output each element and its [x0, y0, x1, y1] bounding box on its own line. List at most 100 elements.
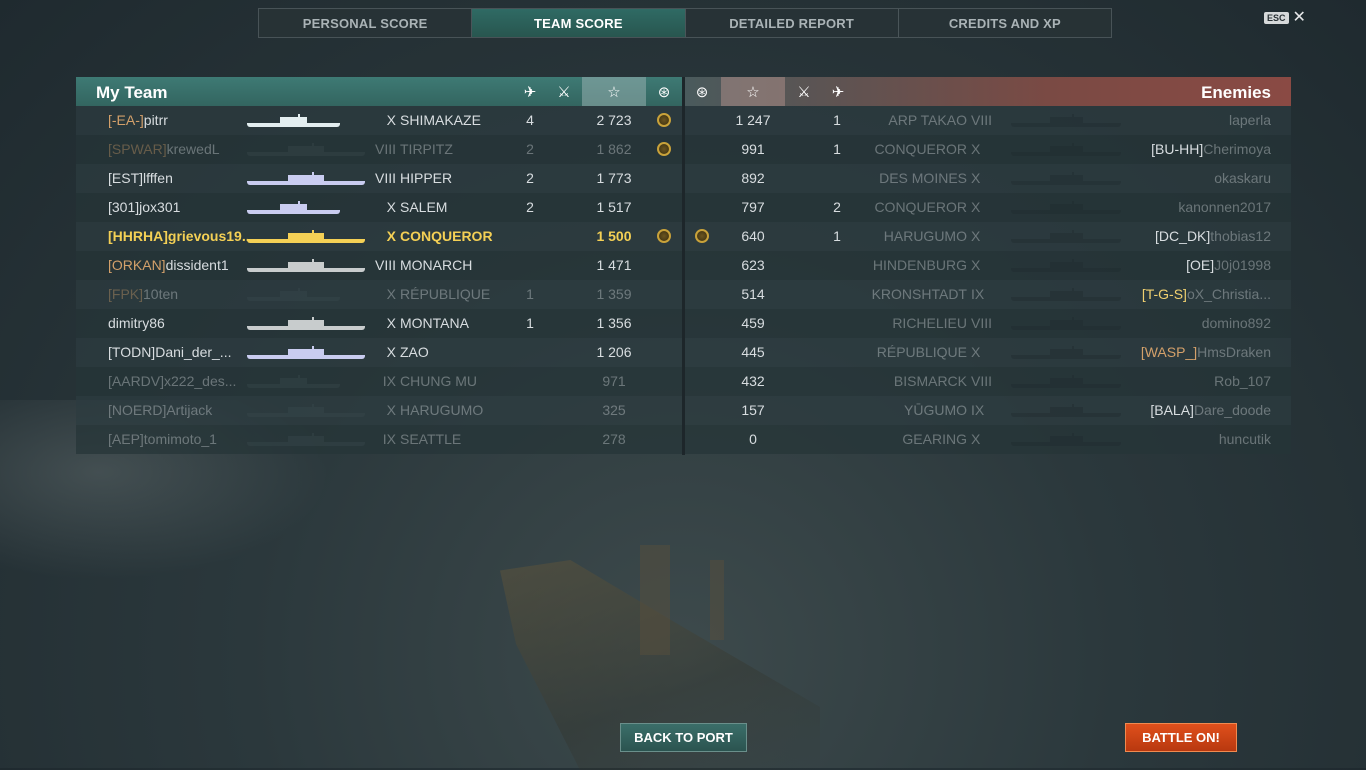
ship-tier: X — [971, 141, 981, 157]
tab-detailed-report[interactable]: DETAILED REPORT — [686, 9, 899, 37]
player-name: dissident1 — [165, 257, 229, 273]
player-row[interactable]: 0 GEARING Xhuncutik — [685, 425, 1291, 454]
close-button[interactable]: ESC ✕ — [1264, 10, 1306, 26]
tab-team-score[interactable]: TEAM SCORE — [472, 9, 686, 37]
player-name: huncutik — [1218, 431, 1271, 447]
player-row[interactable]: [EST]lfffen VIII HIPPER 2 1 773 — [76, 164, 682, 193]
player-row[interactable]: dimitry86 X MONTANA 1 1 356 — [76, 309, 682, 338]
ship-silhouette-icon — [1011, 288, 1121, 301]
player-row[interactable]: 623 HINDENBURG X [OE]J0j01998 — [685, 251, 1291, 280]
player-name-cell: okaskaru — [1125, 164, 1271, 193]
player-row[interactable]: 1 247 1 ARP TAKAO VIII laperla — [685, 106, 1291, 135]
player-name-cell: domino892 — [1125, 309, 1271, 338]
background-ship-mast — [710, 560, 724, 640]
player-row[interactable]: 459 RICHELIEU VIII domino892 — [685, 309, 1291, 338]
ship-silhouette-icon — [247, 346, 365, 359]
kills-count — [516, 367, 544, 396]
ship-name: CONQUEROR — [874, 141, 967, 157]
kills-icon[interactable]: ⚔ — [547, 77, 581, 106]
player-name: Artijack — [166, 402, 213, 418]
player-row[interactable]: [HHRHA]grievous19... X CONQUEROR 1 500 — [76, 222, 682, 251]
player-row[interactable]: 514 KRONSHTADT IX [T-G-S]oX_Christia... — [685, 280, 1291, 309]
player-row[interactable]: [AARDV]x222_des... IX CHUNG MU 971 — [76, 367, 682, 396]
my-team-list: [-EA-]pitrr X SHIMAKAZE 4 2 723 [SPWAR]krewed… — [76, 106, 682, 454]
battle-on-button[interactable]: BATTLE ON! — [1125, 723, 1237, 752]
ship-tier: X — [386, 199, 396, 215]
player-name: 10ten — [143, 286, 179, 302]
kills-count: 2 — [526, 199, 534, 215]
player-row[interactable]: [-EA-]pitrr X SHIMAKAZE 4 2 723 — [76, 106, 682, 135]
player-row[interactable]: 892 DES MOINES Xokaskaru — [685, 164, 1291, 193]
player-clan-tag: [T-G-S] — [1141, 286, 1187, 302]
xp-star-icon[interactable]: ☆ — [721, 77, 785, 106]
player-row[interactable]: [NOERD]Artijack X HARUGUMO 325 — [76, 396, 682, 425]
player-clan-tag: [DC_DK] — [1155, 228, 1211, 244]
ship-name: RÉPUBLIQUE — [400, 286, 491, 302]
ship-silhouette-icon — [247, 230, 365, 243]
planes-destroyed-icon[interactable]: ✈ — [821, 77, 855, 106]
player-row[interactable]: [301]jox301 X SALEM 2 1 517 — [76, 193, 682, 222]
planes-destroyed-icon[interactable]: ✈ — [513, 77, 547, 106]
player-name: HmsDraken — [1197, 344, 1271, 360]
ship-silhouette-icon — [1011, 404, 1121, 417]
score-value: 278 — [602, 431, 626, 447]
player-clan-tag: [EST] — [108, 170, 144, 186]
ship-silhouette-icon — [247, 375, 340, 388]
player-name: okaskaru — [1214, 170, 1271, 186]
background-ship-tower — [640, 545, 670, 655]
player-row[interactable]: [AEP]tomimoto_1 IX SEATTLE 278 — [76, 425, 682, 454]
ship-name: HARUGUMO — [400, 402, 484, 418]
player-name-cell: kanonnen2017 — [1125, 193, 1271, 222]
player-row[interactable]: [FPK]10ten X RÉPUBLIQUE 1 1 359 — [76, 280, 682, 309]
ship-name: CHUNG MU — [400, 373, 477, 389]
my-team-title: My Team — [96, 83, 168, 102]
player-name-cell: [AEP]tomimoto_1 — [108, 425, 248, 454]
ship-tier: X — [971, 431, 981, 447]
ship-silhouette-icon — [247, 433, 365, 446]
ship-name: GEARING — [902, 431, 967, 447]
tab-personal-score[interactable]: PERSONAL SCORE — [259, 9, 473, 37]
player-row[interactable]: [ORKAN]dissident1 VIII MONARCH 1 471 — [76, 251, 682, 280]
player-row[interactable]: 797 2 CONQUEROR Xkanonnen2017 — [685, 193, 1291, 222]
my-team-header: My Team ✈ ⚔ ☆ ⊛ — [76, 77, 682, 106]
player-name: Dani_der_... — [155, 344, 232, 360]
close-icon[interactable]: ✕ — [1293, 10, 1306, 26]
achievement-medal-icon[interactable]: ⊛ — [647, 77, 681, 106]
ship-tier: X — [386, 228, 396, 244]
ship-name: DES MOINES — [879, 170, 967, 186]
score-value: 1 356 — [596, 315, 632, 331]
back-to-port-button[interactable]: BACK TO PORT — [620, 723, 747, 752]
player-row[interactable]: 991 1 CONQUEROR X [BU-HH]Cherimoya — [685, 135, 1291, 164]
achievement-medal-icon[interactable]: ⊛ — [685, 77, 719, 106]
kills-count — [516, 338, 544, 367]
ship-tier: X — [386, 112, 396, 128]
score-value: 325 — [602, 402, 626, 418]
ship-silhouette-icon — [247, 201, 340, 214]
player-name-cell: [BU-HH]Cherimoya — [1125, 135, 1271, 164]
ship-tier: VIII — [971, 112, 993, 128]
player-name-cell: [T-G-S]oX_Christia... — [1125, 280, 1271, 309]
score-value: 971 — [602, 373, 626, 389]
kills-icon[interactable]: ⚔ — [787, 77, 821, 106]
ship-name: BISMARCK — [893, 373, 967, 389]
ship-name: ZAO — [400, 344, 429, 360]
player-row[interactable]: 157 YŪGUMO IX [BALA]Dare_doode — [685, 396, 1291, 425]
player-row[interactable]: 432 BISMARCK VIII Rob_107 — [685, 367, 1291, 396]
kills-count — [516, 425, 544, 454]
player-name-cell: [DC_DK]thobias12 — [1125, 222, 1271, 251]
score-value: 1 773 — [596, 170, 632, 186]
esc-key-label: ESC — [1264, 12, 1289, 24]
player-row[interactable]: [TODN]Dani_der_... X ZAO 1 206 — [76, 338, 682, 367]
player-row[interactable]: [SPWAR]krewedL VIII TIRPITZ 2 1 862 — [76, 135, 682, 164]
ship-silhouette-icon — [1011, 317, 1121, 330]
xp-star-icon[interactable]: ☆ — [582, 77, 646, 106]
player-row[interactable]: 640 1 HARUGUMO X [DC_DK]thobias12 — [685, 222, 1291, 251]
ship-silhouette-icon — [247, 143, 365, 156]
ship-tier: X — [971, 228, 981, 244]
player-name-cell: [BALA]Dare_doode — [1125, 396, 1271, 425]
my-team-panel: My Team ✈ ⚔ ☆ ⊛ [-EA-]pitrr X SHIMAKAZE 4 2 … — [76, 77, 682, 455]
tab-credits-and-xp[interactable]: CREDITS AND XP — [899, 9, 1111, 37]
player-row[interactable]: 445 RÉPUBLIQUE X [WASP_]HmsDraken — [685, 338, 1291, 367]
player-name: Cherimoya — [1203, 141, 1271, 157]
score-value: 1 500 — [596, 228, 632, 244]
